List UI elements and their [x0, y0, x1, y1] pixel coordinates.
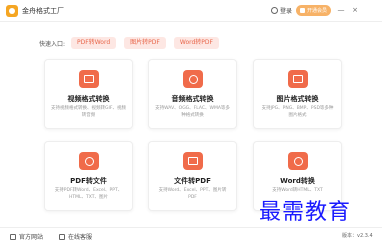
- card-title: 图片格式转换: [276, 95, 319, 103]
- card-pdf-to-file[interactable]: PDF转文件 支持PDF转Word、Excel、PPT、HTML、TXT、图片: [44, 141, 133, 211]
- website-label: 官方网站: [19, 234, 44, 241]
- audio-icon: [183, 70, 203, 88]
- card-desc: 支持JPG、PNG、BMP、PSD等多种图片格式: [261, 106, 334, 118]
- headset-icon: [59, 233, 65, 240]
- app-title: 金舟格式工厂: [22, 7, 64, 15]
- support-label: 在线客服: [68, 234, 93, 241]
- card-file-to-pdf[interactable]: 文件转PDF 支持Word、Excel、PPT、图片转PDF: [148, 141, 237, 211]
- watermark-text: 最需教育: [259, 200, 352, 225]
- status-bar: 官方网站 在线客服 版本：v2.3.4: [0, 227, 382, 242]
- card-title: PDF转文件: [70, 177, 107, 185]
- card-title: 视频格式转换: [67, 95, 110, 103]
- card-video-convert[interactable]: 视频格式转换 支持视频格式转换、视频转GIF、视频转音频: [44, 59, 133, 129]
- image-icon: [288, 70, 308, 88]
- login-label: 登录: [280, 8, 293, 15]
- quick-image-to-pdf[interactable]: 图片转PDF: [124, 37, 166, 49]
- quick-word-to-pdf[interactable]: Word转PDF: [173, 37, 219, 49]
- card-desc: 支持WAV、OGG、FLAC、WMA等多种格式转换: [155, 106, 230, 118]
- version-label: 版本：v2.3.4: [342, 233, 373, 239]
- card-image-convert[interactable]: 图片格式转换 支持JPG、PNG、BMP、PSD等多种图片格式: [253, 59, 342, 129]
- app-logo: [6, 5, 18, 17]
- card-audio-convert[interactable]: 音频格式转换 支持WAV、OGG、FLAC、WMA等多种格式转换: [148, 59, 237, 129]
- minimize-button[interactable]: —: [337, 4, 345, 16]
- card-desc: 支持Word转HTML、TXT: [272, 188, 323, 193]
- official-website-link[interactable]: 官方网站: [10, 232, 43, 241]
- quick-entry-label: 快速入口:: [39, 40, 66, 48]
- user-icon: [271, 7, 278, 14]
- card-desc: 支持Word、Excel、PPT、图片转PDF: [158, 188, 227, 200]
- home-icon: [10, 233, 16, 240]
- title-bar: 金舟格式工厂 登录 开通会员 — ×: [0, 0, 382, 22]
- close-button[interactable]: ×: [351, 4, 359, 16]
- file-icon: [183, 152, 203, 170]
- card-title: 文件转PDF: [174, 177, 211, 185]
- vip-label: 开通会员: [306, 8, 327, 14]
- quick-entry-bar: 快速入口: PDF转Word 图片转PDF Word转PDF: [39, 35, 227, 51]
- online-support-link[interactable]: 在线客服: [59, 232, 92, 241]
- card-title: 音频格式转换: [171, 95, 214, 103]
- card-desc: 支持视频格式转换、视频转GIF、视频转音频: [51, 106, 126, 118]
- video-icon: [79, 70, 99, 88]
- card-title: Word转换: [280, 177, 315, 185]
- crown-icon: [299, 8, 305, 13]
- login-button[interactable]: 登录: [271, 6, 292, 15]
- word-icon: [288, 152, 308, 170]
- quick-pdf-to-word[interactable]: PDF转Word: [71, 37, 117, 49]
- pdf-icon: [79, 152, 99, 170]
- card-desc: 支持PDF转Word、Excel、PPT、HTML、TXT、图片: [54, 188, 123, 200]
- vip-button[interactable]: 开通会员: [296, 5, 331, 16]
